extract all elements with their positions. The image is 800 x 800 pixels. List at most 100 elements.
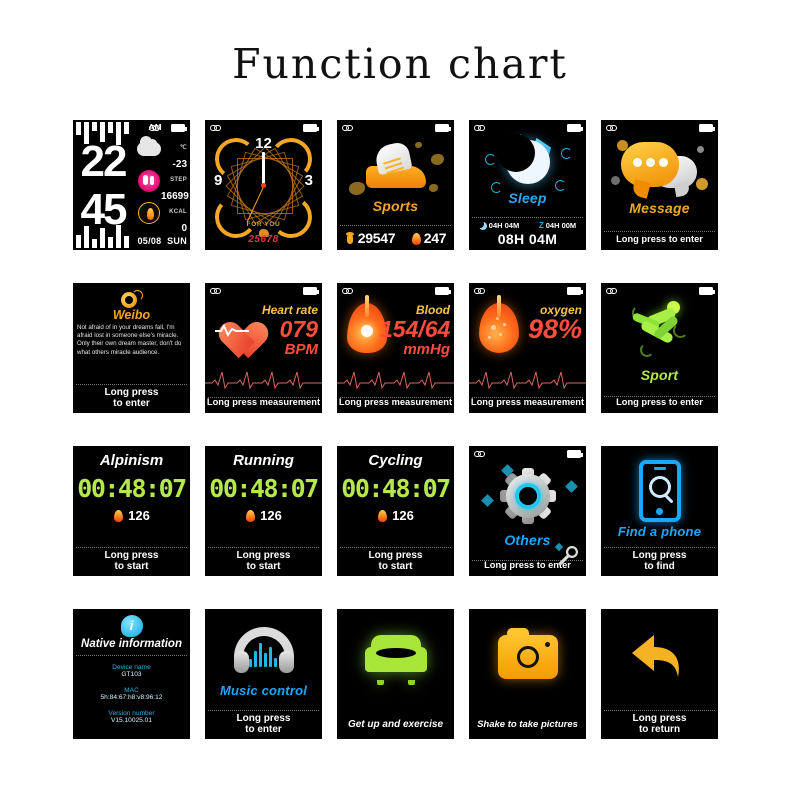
status-bar [337,123,454,134]
card-running[interactable]: Running 00:48:07 126 Long press to start [205,446,322,576]
status-bar [601,286,718,297]
pulse-line-icon [215,323,249,337]
bluetooth-link-icon [606,287,618,295]
step-row: STEP 16699 [135,168,189,202]
tagline: FOR YOU [246,221,281,228]
cloud-icon [137,136,161,161]
card-music-control[interactable]: Music control Long press to enter [205,609,322,739]
timer-value: 00:48:07 [341,474,451,503]
footprint-icon [345,232,356,244]
diamond-decor [565,480,578,493]
bluetooth-link-icon [474,287,486,295]
divider [472,217,583,218]
status-bar: AM [73,123,190,134]
mac-value: 5h:84:67:h8:v8:96:12 [100,694,163,701]
splash-decor [429,184,438,192]
calorie-value: 126 [392,508,414,523]
card-message[interactable]: Message Long press to enter [601,120,718,250]
card-back[interactable]: Long press to return [601,609,718,739]
card-blood-oxygen[interactable]: oxygen 98% Long press measurement [469,283,586,413]
hint-text: Long press to start [73,550,190,572]
hint-line-1: Long press [632,713,687,724]
sleep-breakdown: 04H 04M Z 04H 00M [469,219,586,230]
deep-sleep-value: 04H 04M [488,221,520,230]
battery-icon [303,124,319,132]
heart-rate-unit: BPM [284,341,318,358]
moon-small-icon [475,219,487,230]
temperature-meta: ℃ -23 [161,136,187,172]
hint-line-1: Long press [632,550,687,561]
hint-line-1: Long press [104,387,159,398]
hint-line-2: to return [638,723,681,735]
hint-text: Shake to take pictures [477,718,578,730]
divider [604,710,715,711]
card-native-information[interactable]: i Native information Device name GT103 M… [73,609,190,739]
card-blood-pressure[interactable]: Blood 154/64 mmHg Long press measurement [337,283,454,413]
kcal-label: KCAL [169,209,187,215]
minute-hand [262,152,265,184]
card-camera-shake[interactable]: Shake to take pictures [469,609,586,739]
oxygen-values: oxygen 98% [512,303,582,343]
bluetooth-link-icon [606,124,618,132]
wrench-icon [558,546,578,566]
card-label: Running [233,452,294,469]
ellipsis-dot [659,158,668,167]
hint-text: Long press to enter [616,233,703,244]
status-bar [469,123,586,134]
mac-key: MAC [124,687,139,694]
hint-text: Long press to enter [205,713,322,735]
bluetooth-link-icon [149,124,161,132]
kcal-row: KCAL 0 [135,200,188,234]
calorie-value: 126 [260,508,282,523]
timer-value: 00:48:07 [209,474,319,503]
ecg-waveform [205,371,322,390]
hour-display: 22 [80,137,128,186]
version-key: Version number [108,710,155,717]
card-watch-face-analog[interactable]: 12 9 3 FOR YOU 25678 [205,120,322,250]
battery-icon [699,287,715,295]
card-alpinism[interactable]: Alpinism 00:48:07 126 Long press to star… [73,446,190,576]
flame-icon [113,509,124,522]
date-display: 05/08 SUN [137,236,187,246]
card-others[interactable]: Others Long press to enter [469,446,586,576]
bluetooth-link-icon [210,287,222,295]
card-sport[interactable]: Sport Long press to enter [601,283,718,413]
bluetooth-link-icon [474,450,486,458]
battery-icon [567,124,583,132]
card-label: Native information [81,638,182,650]
hint-line-2: to start [114,560,149,572]
moon-icon [496,134,550,184]
splash-decor [349,182,365,195]
status-bar [469,449,586,460]
kcal-meta: KCAL 0 [161,200,187,236]
metrics-column: ℃ -23 STEP 16699 KCAL 0 [135,136,189,234]
kcal-value: 0 [181,223,187,234]
card-weibo[interactable]: Weibo Not afraid of in your dreams fall,… [73,283,190,413]
hand-pin [261,182,266,188]
hint-line-1: Long press [236,550,291,561]
back-arrow-icon [631,635,679,677]
status-bar [469,286,586,297]
card-sleep[interactable]: Sleep 04H 04M Z 04H 00M 08H 04M [469,120,586,250]
card-watch-face-digital[interactable]: AM 22 45 ℃ -23 STEP 16699 KCAL 0 05/08 S… [73,120,190,250]
step-count: 25678 [248,234,279,245]
card-sedentary-reminder[interactable]: Get up and exercise [337,609,454,739]
divider [340,225,451,226]
blood-pressure-values: Blood 154/64 mmHg [380,303,450,358]
blood-pressure-unit: mmHg [403,341,450,358]
hint-line-1: Long press [104,550,159,561]
divider [76,547,187,548]
calorie-value: 126 [128,508,150,523]
weekday-value: SUN [167,236,187,246]
hint-text: Long press measurement [470,396,585,407]
card-heart-rate[interactable]: Heart rate 079 BPM Long press measuremen… [205,283,322,413]
ellipsis-dot [646,158,655,167]
ecg-waveform [337,371,454,390]
step-label: STEP [170,177,187,183]
card-sports[interactable]: Sports 29547 247 [337,120,454,250]
card-label: Alpinism [99,452,164,469]
status-bar [205,286,322,297]
hint-text: Long press measurement [338,396,453,407]
card-cycling[interactable]: Cycling 00:48:07 126 Long press to start [337,446,454,576]
card-find-a-phone[interactable]: Find a phone Long press to find [601,446,718,576]
